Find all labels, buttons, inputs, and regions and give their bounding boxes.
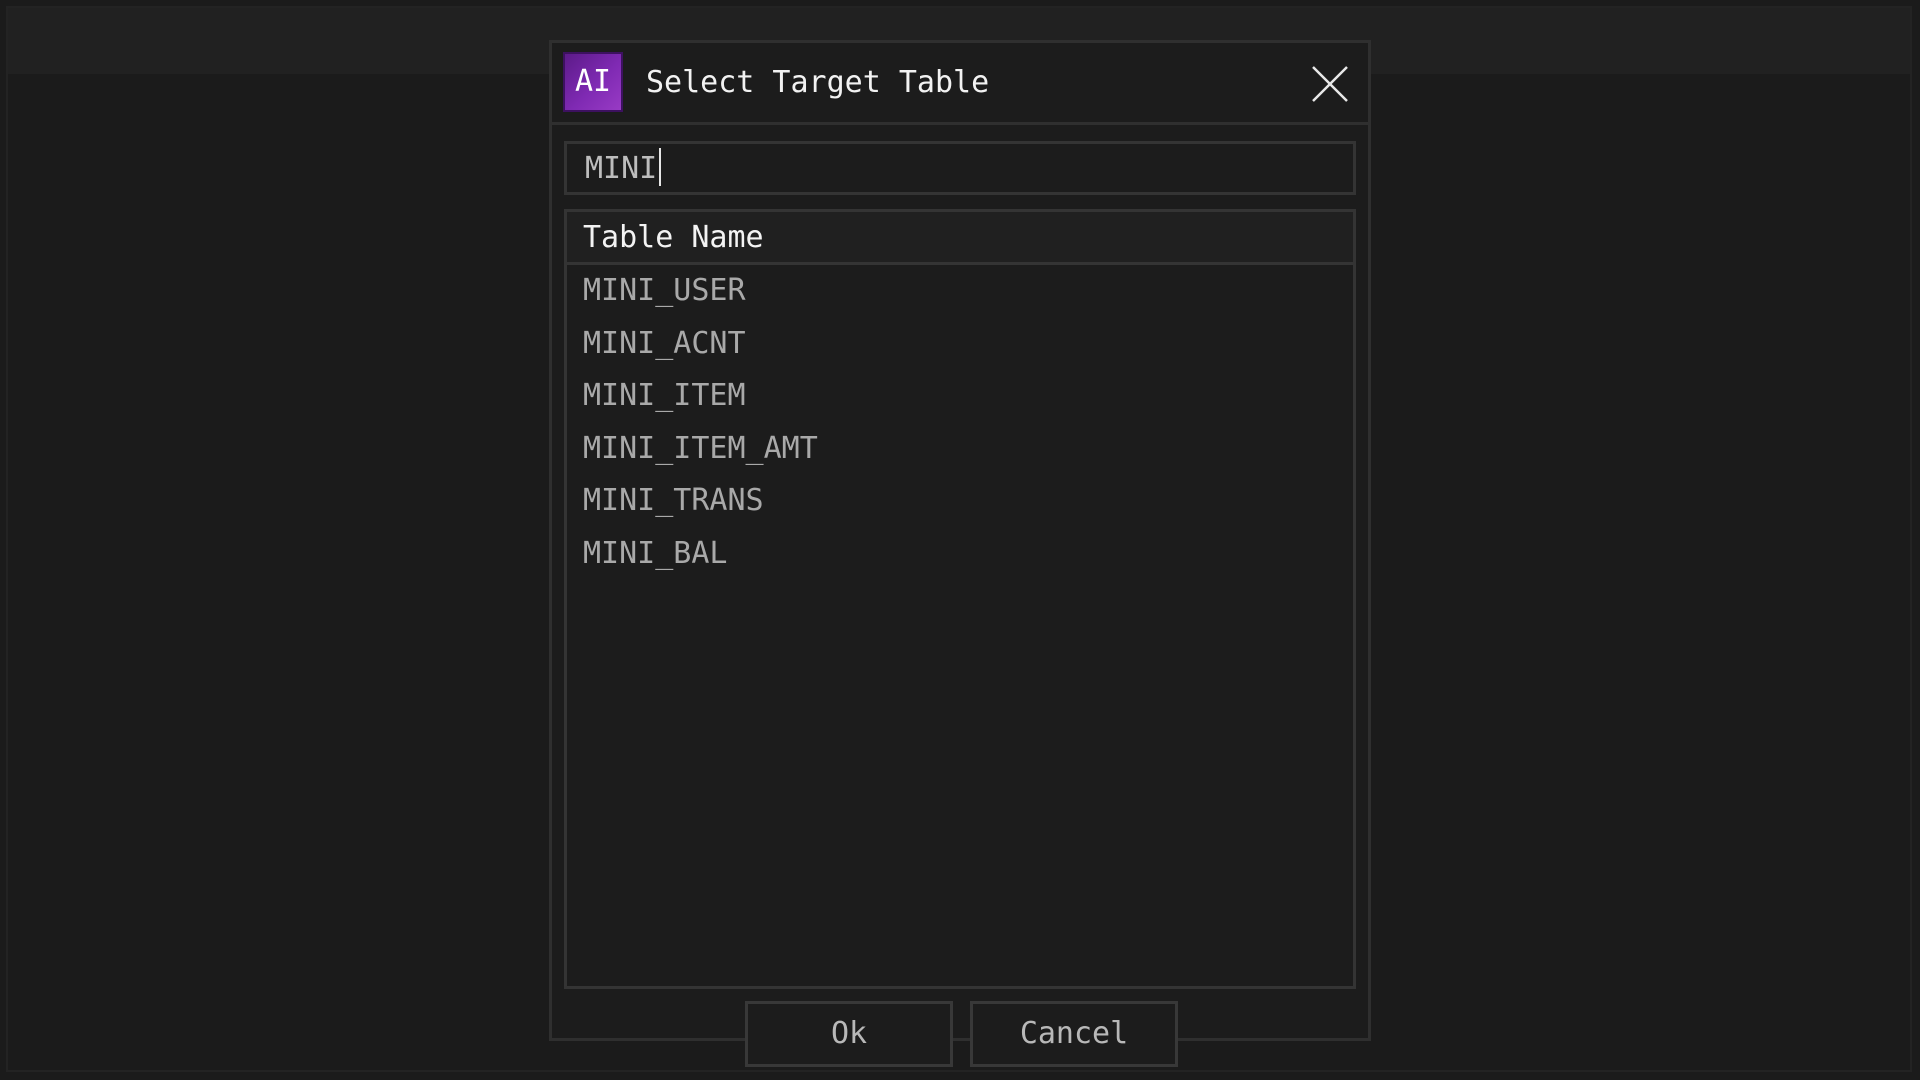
table-row[interactable]: MINI_TRANS (567, 475, 1353, 528)
column-header-label: Table Name (583, 220, 764, 255)
close-button[interactable] (1308, 62, 1352, 106)
select-target-table-dialog: AI Select Target Table MINI Table Name M… (549, 40, 1371, 1067)
table-row-label: MINI_USER (583, 273, 746, 308)
table-row-label: MINI_ACNT (583, 325, 746, 361)
dialog-titlebar: AI Select Target Table (552, 43, 1368, 125)
text-caret (659, 148, 662, 186)
table-row-label: MINI_BAL (583, 535, 728, 571)
search-input[interactable]: MINI (564, 141, 1356, 195)
table-row[interactable]: MINI_ITEM (567, 370, 1353, 423)
table-row-label: MINI_TRANS (583, 483, 764, 519)
table-row[interactable]: MINI_USER (567, 265, 1353, 318)
table-row[interactable]: MINI_ACNT (567, 318, 1353, 371)
ai-app-icon: AI (563, 52, 623, 112)
search-input-value: MINI (585, 148, 662, 190)
column-header-table-name[interactable]: Table Name (567, 212, 1353, 265)
close-icon (1312, 66, 1348, 102)
table-list[interactable]: Table Name MINI_USER MINI_ACNT MINI_ITEM… (564, 209, 1356, 989)
table-rows: MINI_USER MINI_ACNT MINI_ITEM MINI_ITEM_… (567, 265, 1353, 581)
dialog-title: Select Target Table (646, 65, 990, 100)
ok-button[interactable]: Ok (745, 1001, 953, 1067)
table-row-label: MINI_ITEM_AMT (583, 430, 818, 466)
cancel-button[interactable]: Cancel (970, 1001, 1178, 1067)
table-row[interactable]: MINI_ITEM_AMT (567, 423, 1353, 476)
table-row[interactable]: MINI_BAL (567, 528, 1353, 581)
table-row-label: MINI_ITEM (583, 378, 746, 414)
